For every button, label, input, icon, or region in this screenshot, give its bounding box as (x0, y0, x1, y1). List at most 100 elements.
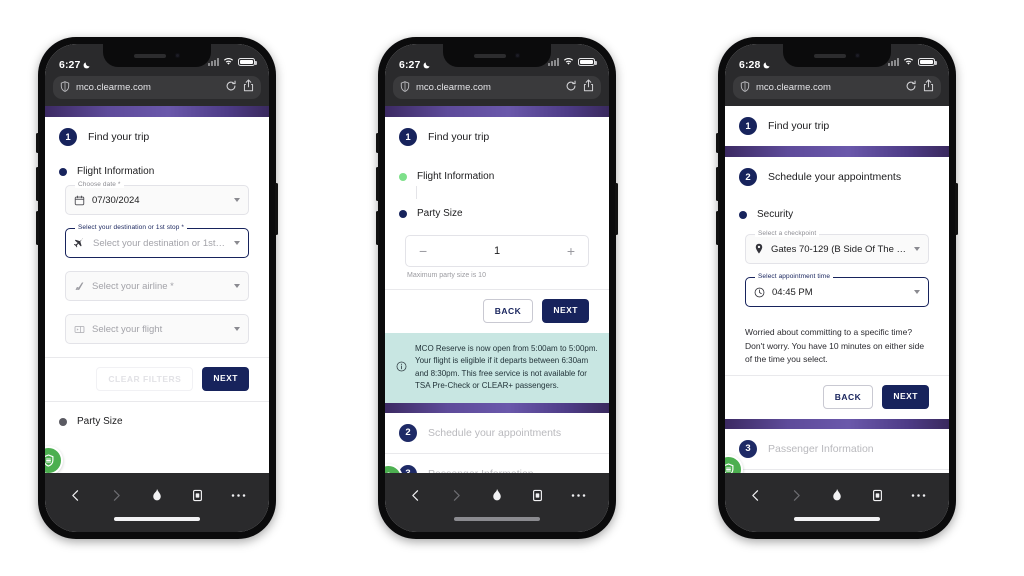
home-indicator[interactable] (45, 517, 269, 532)
url-pill[interactable]: mco.clearme.com (733, 76, 941, 99)
decrement-button[interactable]: − (419, 244, 427, 258)
tabs-icon[interactable] (865, 482, 891, 508)
volume-up-button[interactable] (376, 167, 379, 201)
chevron-down-icon[interactable] (234, 284, 240, 288)
step-2-schedule-appointments[interactable]: 2 Schedule your appointments (385, 412, 609, 453)
brand-accent-bar (45, 106, 269, 117)
home-indicator[interactable] (725, 517, 949, 532)
destination-placeholder: Select your destination or 1st stop (93, 237, 227, 249)
destination-field[interactable]: Select your destination or 1st stop * Se… (65, 224, 249, 258)
moon-icon (763, 61, 771, 69)
battery-icon (918, 57, 937, 67)
step-3-passenger-information[interactable]: 3 Passenger Information (385, 453, 609, 473)
form-actions: CLEAR FILTERS NEXT (45, 358, 269, 401)
url-pill[interactable]: mco.clearme.com (53, 76, 261, 99)
increment-button[interactable]: + (567, 244, 575, 258)
location-pin-icon (754, 243, 764, 255)
power-button[interactable] (615, 183, 618, 235)
step-3-passenger-information[interactable]: 3 Passenger Information (725, 428, 949, 469)
url-pill[interactable]: mco.clearme.com (393, 76, 601, 99)
step-1-find-your-trip[interactable]: 1 Find your trip (725, 106, 949, 146)
reload-icon[interactable] (565, 79, 577, 97)
flame-icon[interactable] (824, 482, 850, 508)
step-number-badge: 2 (399, 423, 417, 442)
chevron-left-icon[interactable] (742, 482, 768, 508)
flame-icon[interactable] (144, 482, 170, 508)
step-label: Find your trip (768, 120, 830, 132)
chevron-down-icon[interactable] (914, 247, 920, 251)
volume-down-button[interactable] (716, 211, 719, 245)
airline-placeholder: Select your airline * (92, 280, 174, 292)
chevron-left-icon[interactable] (402, 482, 428, 508)
status-time-group: 6:27 (59, 59, 91, 71)
mute-switch[interactable] (716, 133, 719, 153)
chevron-down-icon[interactable] (234, 198, 240, 202)
tabs-icon[interactable] (525, 482, 551, 508)
section-status-dot (399, 209, 407, 218)
volume-down-button[interactable] (36, 211, 39, 245)
flame-icon[interactable] (484, 482, 510, 508)
party-size-stepper[interactable]: − 1 + (405, 235, 589, 267)
front-camera (855, 53, 860, 58)
phone-screen: 6:28 mco.clearme.com 1 Find your trip 2 … (725, 44, 949, 532)
power-button[interactable] (955, 183, 958, 235)
chevron-right-icon[interactable] (103, 482, 129, 508)
next-button[interactable]: NEXT (882, 384, 929, 409)
appointment-time-note: Worried about committing to a specific t… (745, 327, 925, 365)
ios-status-bar: 6:27 (45, 44, 269, 74)
appointment-time-field[interactable]: Select appointment time 04:45 PM (745, 273, 929, 307)
share-icon[interactable] (243, 78, 254, 97)
divider (725, 468, 949, 470)
chevron-down-icon[interactable] (234, 327, 240, 331)
shield-icon (740, 79, 750, 97)
device-notch (103, 44, 211, 67)
volume-up-button[interactable] (36, 167, 39, 201)
share-icon[interactable] (583, 78, 594, 97)
step-2-schedule-appointments[interactable]: 2 Schedule your appointments (725, 157, 949, 197)
step-label: Schedule your appointments (768, 171, 902, 183)
front-camera (515, 53, 520, 58)
ellipsis-icon[interactable] (226, 482, 252, 508)
ellipsis-icon[interactable] (566, 482, 592, 508)
clear-verified-badge[interactable] (45, 446, 63, 473)
checkpoint-field[interactable]: Select a checkpoint Gates 70-129 (B Side… (745, 230, 929, 264)
airline-field[interactable]: Select your airline * (65, 271, 249, 301)
chevron-left-icon[interactable] (62, 482, 88, 508)
chevron-down-icon[interactable] (234, 241, 240, 245)
status-time-group: 6:27 (399, 59, 431, 71)
flight-placeholder: Select your flight (92, 323, 163, 335)
home-indicator[interactable] (385, 517, 609, 532)
chevron-right-icon[interactable] (783, 482, 809, 508)
flight-field[interactable]: Select your flight (65, 314, 249, 344)
web-page-content: 1 Find your trip Flight Information Part… (385, 106, 609, 473)
status-time: 6:28 (739, 59, 761, 71)
volume-up-button[interactable] (716, 167, 719, 201)
next-button[interactable]: NEXT (542, 299, 589, 323)
mute-switch[interactable] (376, 133, 379, 153)
reload-icon[interactable] (905, 79, 917, 97)
mute-switch[interactable] (36, 133, 39, 153)
chevron-down-icon[interactable] (914, 290, 920, 294)
back-button[interactable]: BACK (482, 299, 534, 323)
share-icon[interactable] (923, 78, 934, 97)
clear-filters-button[interactable]: CLEAR FILTERS (96, 367, 194, 391)
choose-date-field[interactable]: Choose date * 07/30/2024 (65, 181, 249, 215)
chevron-right-icon[interactable] (443, 482, 469, 508)
back-button[interactable]: BACK (822, 384, 874, 409)
earpiece-speaker (814, 53, 846, 58)
step-1-find-your-trip[interactable]: 1 Find your trip (45, 117, 269, 157)
flight-information-form: Choose date * 07/30/2024 Select your des… (45, 181, 269, 344)
section-flight-information[interactable]: Flight Information (385, 157, 609, 186)
tabs-icon[interactable] (185, 482, 211, 508)
volume-down-button[interactable] (376, 211, 379, 245)
next-button[interactable]: NEXT (202, 367, 249, 391)
earpiece-speaker (474, 53, 506, 58)
ellipsis-icon[interactable] (906, 482, 932, 508)
wifi-icon (563, 53, 574, 71)
security-form: Select a checkpoint Gates 70-129 (B Side… (725, 224, 949, 307)
party-size-helper-text: Maximum party size is 10 (407, 272, 486, 279)
shield-icon (60, 79, 70, 97)
power-button[interactable] (275, 183, 278, 235)
reload-icon[interactable] (225, 79, 237, 97)
step-1-find-your-trip[interactable]: 1 Find your trip (385, 117, 609, 157)
